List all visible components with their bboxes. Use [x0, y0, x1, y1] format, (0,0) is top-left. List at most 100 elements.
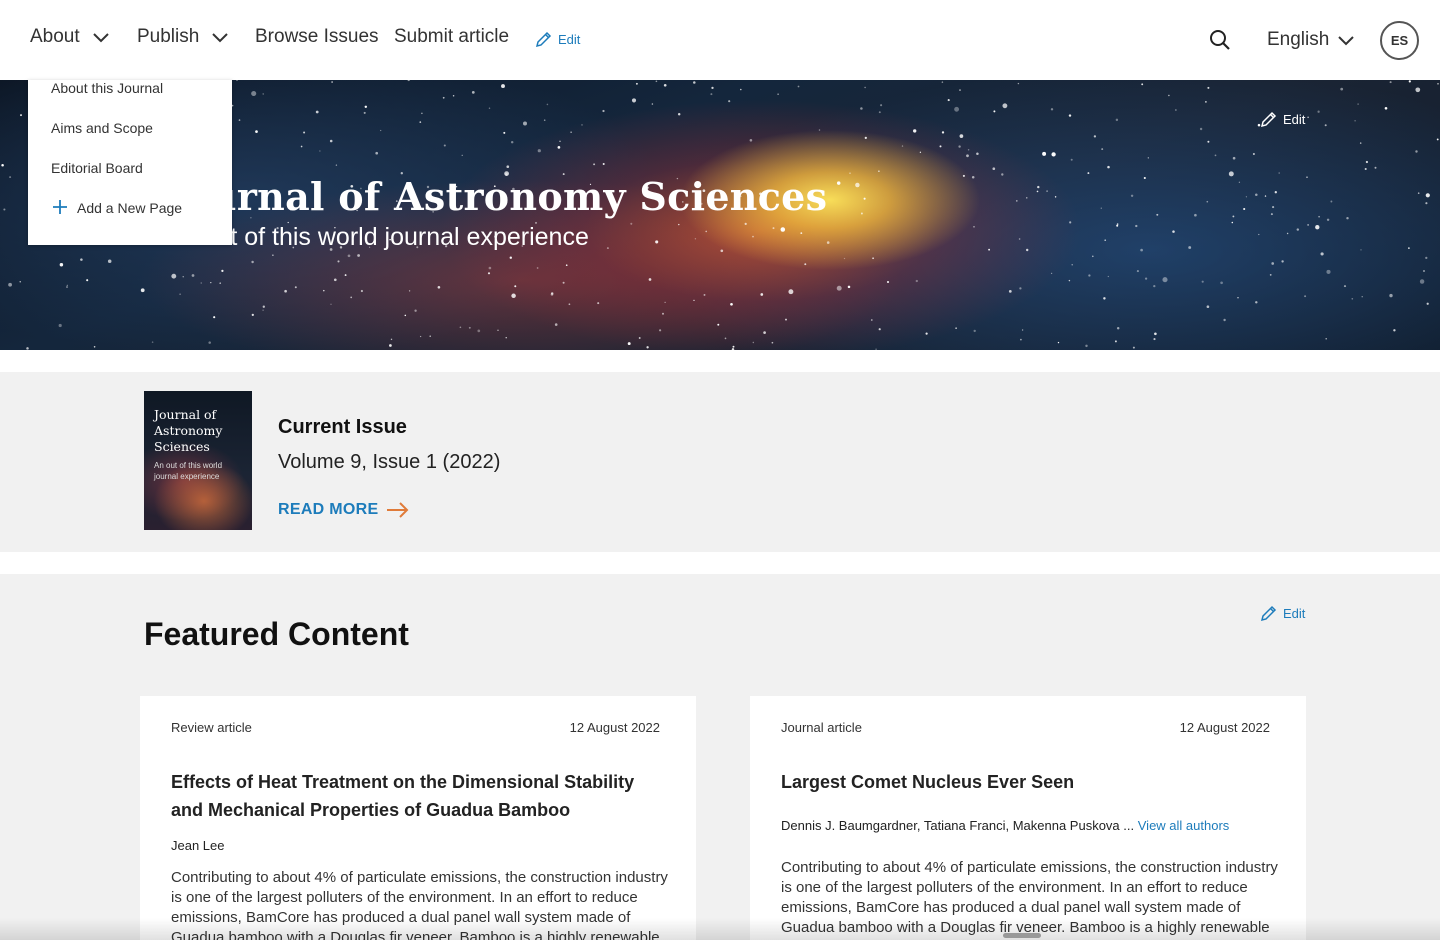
star [1296, 228, 1300, 231]
star [330, 303, 332, 305]
menu-item-aims-scope[interactable]: Aims and Scope [51, 120, 153, 136]
article-title[interactable]: Effects of Heat Treatment on the Dimensi… [171, 768, 661, 824]
article-card[interactable]: Journal article 12 August 2022 Largest C… [750, 696, 1306, 940]
star [363, 111, 366, 114]
star [554, 323, 558, 326]
star [976, 152, 979, 155]
star [66, 284, 68, 286]
star [1214, 154, 1217, 157]
star [1153, 284, 1156, 288]
star [1326, 269, 1331, 274]
article-title[interactable]: Largest Comet Nucleus Ever Seen [781, 768, 1271, 796]
star [1360, 249, 1362, 251]
star [878, 170, 880, 172]
star [294, 286, 297, 289]
top-navigation: About Publish Browse Issues Submit artic… [0, 0, 1440, 80]
star [477, 329, 481, 333]
star [1068, 279, 1071, 282]
star [1315, 225, 1320, 230]
star [1436, 138, 1439, 141]
star [1237, 297, 1239, 299]
star [1272, 206, 1275, 209]
star [797, 85, 800, 88]
star [864, 86, 866, 89]
star [509, 256, 512, 259]
hero-edit-label: Edit [1283, 112, 1306, 127]
star [1143, 176, 1146, 180]
star [1051, 152, 1056, 157]
star [347, 254, 351, 258]
pencil-icon [1260, 111, 1277, 128]
star [843, 257, 846, 260]
star [635, 82, 638, 85]
nav-publish[interactable]: Publish [137, 26, 229, 48]
user-avatar[interactable]: ES [1380, 21, 1419, 60]
star [1318, 215, 1320, 218]
star [200, 282, 202, 284]
star [941, 131, 945, 134]
chevron-down-icon [1338, 36, 1355, 46]
star [875, 348, 877, 350]
read-more-link[interactable]: READ MORE [278, 501, 410, 519]
nav-about-label: About [30, 26, 80, 47]
star [731, 348, 735, 350]
star [262, 309, 264, 311]
article-date: 12 August 2022 [569, 720, 660, 735]
menu-item-about-journal[interactable]: About this Journal [51, 80, 163, 96]
nav-about[interactable]: About [30, 26, 110, 48]
star [966, 154, 969, 158]
star [497, 329, 499, 331]
star [915, 279, 918, 283]
hero-edit-button[interactable]: Edit [1260, 111, 1305, 128]
featured-edit-button[interactable]: Edit [1260, 605, 1305, 622]
star [1026, 197, 1028, 199]
star [602, 109, 605, 113]
nav-browse-issues[interactable]: Browse Issues [255, 26, 379, 48]
star [1093, 135, 1097, 138]
star [655, 80, 658, 83]
star [1393, 329, 1396, 332]
featured-content-section: Featured Content Edit Review article 12 … [0, 574, 1440, 940]
star [941, 81, 944, 83]
star [213, 316, 216, 319]
star [967, 148, 970, 151]
star [785, 318, 787, 321]
nav-edit-button[interactable]: Edit [535, 31, 580, 48]
star [1238, 181, 1241, 183]
menu-item-editorial-board[interactable]: Editorial Board [51, 160, 143, 176]
language-selector[interactable]: English [1267, 29, 1355, 51]
star [581, 124, 583, 126]
star [511, 293, 516, 299]
star [1223, 318, 1226, 322]
star [1037, 185, 1040, 189]
star [693, 81, 696, 84]
star [1255, 301, 1258, 304]
star [1269, 274, 1272, 276]
star [179, 293, 181, 296]
current-issue-section: Journal of Astronomy Sciences An out of … [0, 372, 1440, 552]
star [182, 276, 184, 278]
view-all-authors-link[interactable]: View all authors [1138, 818, 1230, 833]
about-dropdown-menu: About this Journal Aims and Scope Editor… [28, 80, 232, 245]
issue-cover-image[interactable]: Journal of Astronomy Sciences An out of … [144, 391, 252, 530]
article-card[interactable]: Review article 12 August 2022 Effects of… [140, 696, 696, 940]
nav-submit-article[interactable]: Submit article [394, 26, 509, 48]
star [730, 302, 733, 306]
star [1199, 127, 1203, 131]
star [925, 332, 928, 335]
star [1103, 297, 1106, 300]
star [262, 93, 264, 95]
star [390, 338, 393, 341]
menu-item-add-page[interactable]: Add a New Page [77, 200, 182, 216]
scroll-handle[interactable] [1003, 933, 1041, 938]
article-date: 12 August 2022 [1179, 720, 1270, 735]
search-icon[interactable] [1208, 28, 1232, 52]
star [1255, 193, 1258, 196]
star [506, 165, 510, 169]
star [1025, 248, 1029, 252]
star [752, 341, 754, 344]
chevron-down-icon [92, 33, 109, 43]
star [1426, 302, 1429, 305]
star [523, 121, 527, 126]
star [537, 149, 541, 153]
